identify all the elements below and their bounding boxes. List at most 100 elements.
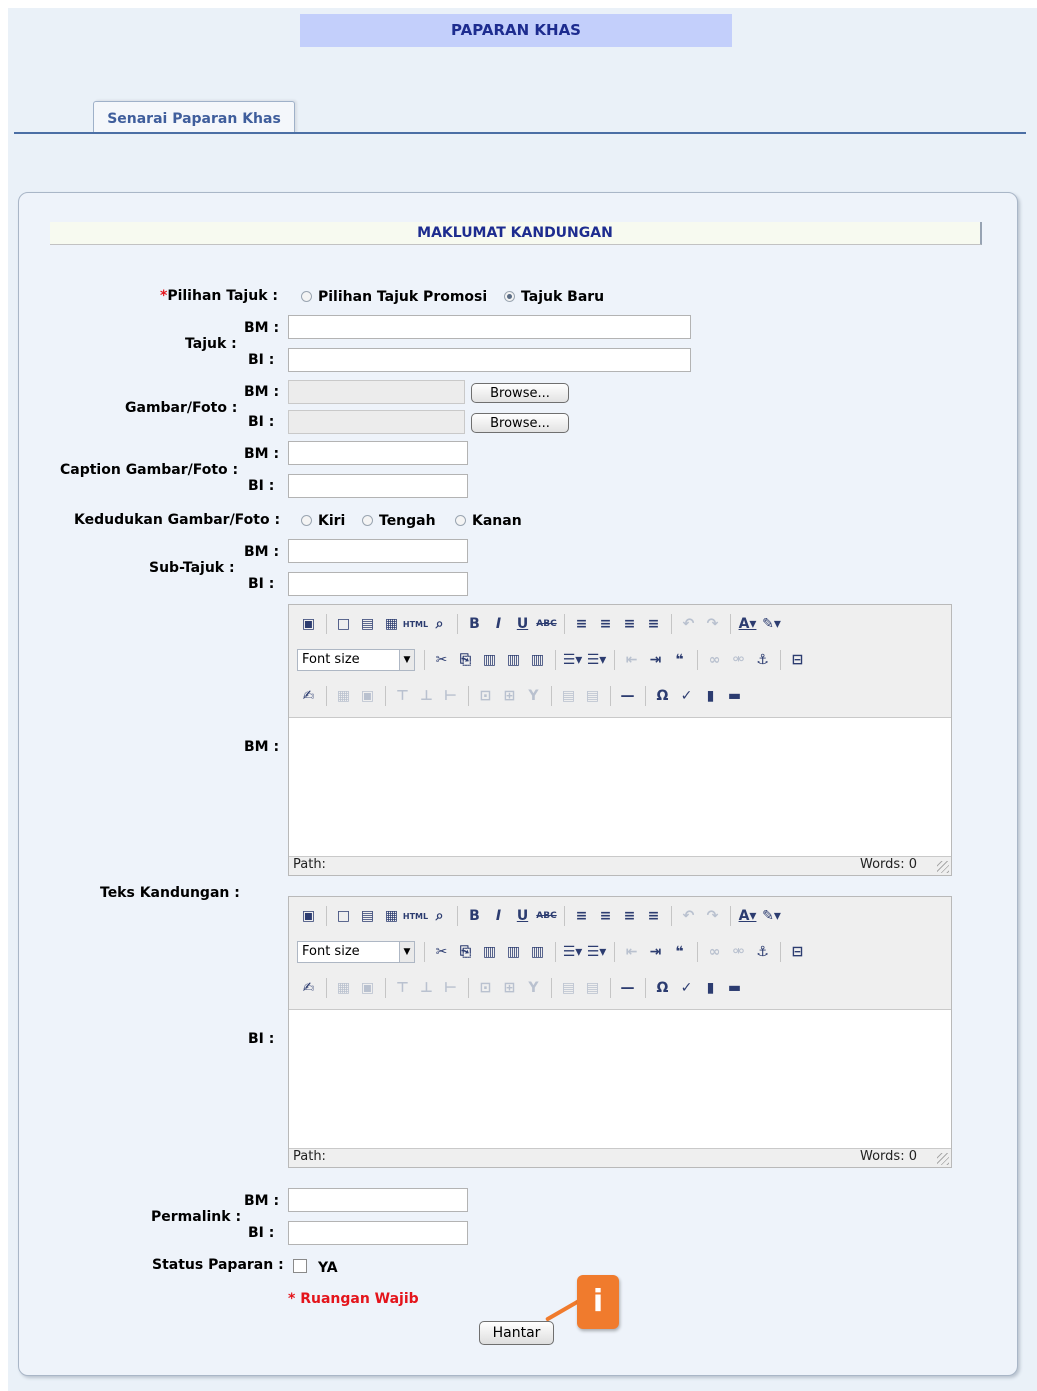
table-icon[interactable]: ▦ xyxy=(332,977,355,999)
resize-grip-icon[interactable] xyxy=(937,861,949,873)
save-icon[interactable]: ▤ xyxy=(356,905,379,927)
gambar-bi-browse-button[interactable]: Browse... xyxy=(471,413,569,433)
link-icon[interactable]: ∞ xyxy=(703,941,726,963)
copy-icon[interactable]: ⎘ xyxy=(454,941,477,963)
outdent-icon[interactable]: ⇤ xyxy=(620,941,643,963)
copy-icon[interactable]: ⎘ xyxy=(454,649,477,671)
underline-icon[interactable]: U xyxy=(511,905,534,927)
radio-tengah[interactable] xyxy=(362,515,373,526)
align-right-icon[interactable]: ≡ xyxy=(618,905,641,927)
insert-row-icon[interactable]: ⊤ xyxy=(391,685,414,707)
radio-kiri[interactable] xyxy=(301,515,312,526)
caption-bm-input[interactable] xyxy=(288,441,468,465)
editor-content-area-bi[interactable] xyxy=(289,1009,951,1149)
bold-icon[interactable]: B xyxy=(463,613,486,635)
merge-cells-icon[interactable]: ⊞ xyxy=(498,977,521,999)
status-ya-checkbox[interactable] xyxy=(293,1259,307,1273)
italic-icon[interactable]: I xyxy=(487,613,510,635)
highlight-color-icon[interactable]: ✎▾ xyxy=(760,905,783,927)
row-props-icon[interactable]: ▤ xyxy=(581,685,604,707)
indent-icon[interactable]: ⇥ xyxy=(644,941,667,963)
image-icon[interactable]: ▦ xyxy=(380,613,403,635)
numbered-list-icon[interactable]: ☰▾ xyxy=(585,649,608,671)
align-right-icon[interactable]: ≡ xyxy=(618,613,641,635)
editor-content-area-bm[interactable] xyxy=(289,717,951,857)
align-left-icon[interactable]: ≡ xyxy=(570,905,593,927)
radio-pilihan-tajuk-promosi[interactable] xyxy=(301,291,312,302)
split-cells-icon[interactable]: ⊡ xyxy=(474,977,497,999)
align-left-icon[interactable]: ≡ xyxy=(570,613,593,635)
save-icon[interactable]: ▤ xyxy=(356,613,379,635)
spellcheck-icon[interactable]: ✓ xyxy=(675,685,698,707)
radio-kanan[interactable] xyxy=(455,515,466,526)
visual-aid-icon[interactable]: ▬ xyxy=(723,685,746,707)
delete-row-icon[interactable]: ⊥ xyxy=(415,685,438,707)
special-char-icon[interactable]: Ω xyxy=(651,685,674,707)
delete-col-icon[interactable]: Y xyxy=(522,977,545,999)
gambar-bm-browse-button[interactable]: Browse... xyxy=(471,383,569,403)
italic-icon[interactable]: I xyxy=(487,905,510,927)
blockquote-icon[interactable]: ❝ xyxy=(668,649,691,671)
horizontal-rule-icon[interactable]: — xyxy=(616,977,639,999)
paste-text-icon[interactable]: ▥ xyxy=(502,941,525,963)
anchor-icon[interactable]: ⚓ xyxy=(751,649,774,671)
anchor-icon[interactable]: ⚓ xyxy=(751,941,774,963)
tab-senarai-paparan-khas[interactable]: Senarai Paparan Khas xyxy=(93,101,295,134)
highlight-color-icon[interactable]: ✎▾ xyxy=(760,613,783,635)
text-color-icon[interactable]: A▾ xyxy=(736,905,759,927)
delete-col-icon[interactable]: Y xyxy=(522,685,545,707)
tajuk-bm-input[interactable] xyxy=(288,315,691,339)
link-icon[interactable]: ∞ xyxy=(703,649,726,671)
insert-col-icon[interactable]: ⊢ xyxy=(439,977,462,999)
insert-row-icon[interactable]: ⊤ xyxy=(391,977,414,999)
spellcheck-icon[interactable]: ✓ xyxy=(675,977,698,999)
image-icon[interactable]: ▦ xyxy=(380,905,403,927)
page-break-icon[interactable]: ⊟ xyxy=(786,941,809,963)
undo-icon[interactable]: ↶ xyxy=(677,905,700,927)
row-props-icon[interactable]: ▤ xyxy=(581,977,604,999)
media-icon[interactable]: ▮ xyxy=(699,685,722,707)
permalink-bm-input[interactable] xyxy=(288,1188,468,1212)
sub-tajuk-bi-input[interactable] xyxy=(288,572,468,596)
unlink-icon[interactable]: ⚮ xyxy=(727,941,750,963)
new-document-icon[interactable]: □ xyxy=(332,905,355,927)
tajuk-bi-input[interactable] xyxy=(288,348,691,372)
caption-bi-input[interactable] xyxy=(288,474,468,498)
bold-icon[interactable]: B xyxy=(463,905,486,927)
strikethrough-icon[interactable]: ABC xyxy=(535,905,558,927)
undo-icon[interactable]: ↶ xyxy=(677,613,700,635)
justify-icon[interactable]: ≡ xyxy=(642,613,665,635)
split-cells-icon[interactable]: ⊡ xyxy=(474,685,497,707)
visual-aid-icon[interactable]: ▬ xyxy=(723,977,746,999)
permalink-bi-input[interactable] xyxy=(288,1221,468,1245)
radio-tajuk-baru[interactable] xyxy=(504,291,515,302)
fullscreen-icon[interactable]: ▣ xyxy=(297,905,320,927)
paste-icon[interactable]: ▥ xyxy=(478,649,501,671)
fullscreen-icon[interactable]: ▣ xyxy=(297,613,320,635)
align-center-icon[interactable]: ≡ xyxy=(594,905,617,927)
cell-props-icon[interactable]: ▤ xyxy=(557,685,580,707)
bullet-list-icon[interactable]: ☰▾ xyxy=(561,941,584,963)
redo-icon[interactable]: ↷ xyxy=(701,613,724,635)
blockquote-icon[interactable]: ❝ xyxy=(668,941,691,963)
cell-props-icon[interactable]: ▤ xyxy=(557,977,580,999)
cut-icon[interactable]: ✂ xyxy=(430,941,453,963)
table-props-icon[interactable]: ▣ xyxy=(356,685,379,707)
table-props-icon[interactable]: ▣ xyxy=(356,977,379,999)
paste-text-icon[interactable]: ▥ xyxy=(502,649,525,671)
media-icon[interactable]: ▮ xyxy=(699,977,722,999)
delete-row-icon[interactable]: ⊥ xyxy=(415,977,438,999)
text-color-icon[interactable]: A▾ xyxy=(736,613,759,635)
hantar-button[interactable]: Hantar xyxy=(479,1321,554,1345)
new-document-icon[interactable]: □ xyxy=(332,613,355,635)
horizontal-rule-icon[interactable]: — xyxy=(616,685,639,707)
edit-css-icon[interactable]: ✍ xyxy=(297,977,320,999)
unlink-icon[interactable]: ⚮ xyxy=(727,649,750,671)
sub-tajuk-bm-input[interactable] xyxy=(288,539,468,563)
font-size-select[interactable]: Font size ▼ xyxy=(297,649,415,671)
bullet-list-icon[interactable]: ☰▾ xyxy=(561,649,584,671)
special-char-icon[interactable]: Ω xyxy=(651,977,674,999)
outdent-icon[interactable]: ⇤ xyxy=(620,649,643,671)
indent-icon[interactable]: ⇥ xyxy=(644,649,667,671)
justify-icon[interactable]: ≡ xyxy=(642,905,665,927)
